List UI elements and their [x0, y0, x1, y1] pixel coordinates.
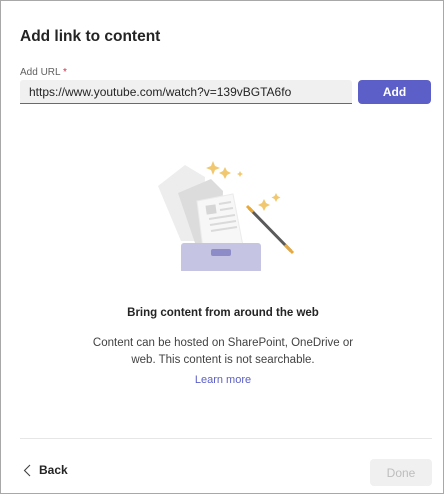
empty-state-description: Content can be hosted on SharePoint, One…	[92, 337, 354, 366]
chevron-left-icon	[23, 464, 31, 476]
url-input[interactable]	[20, 80, 352, 104]
add-button[interactable]: Add	[358, 80, 431, 104]
add-link-dialog: Add link to content Add URL * Add Bring …	[0, 0, 444, 494]
empty-state-heading: Bring content from around the web	[127, 307, 319, 319]
back-button[interactable]: Back	[23, 463, 68, 477]
learn-more-link[interactable]: Learn more	[1, 374, 444, 386]
url-label-text: Add URL	[20, 67, 61, 78]
content-box-magic-wand-illustration-icon	[158, 161, 295, 271]
footer-divider	[20, 438, 432, 439]
back-label: Back	[39, 463, 68, 477]
required-mark: *	[63, 67, 67, 78]
dialog-title: Add link to content	[20, 28, 161, 45]
done-button[interactable]: Done	[370, 459, 432, 486]
url-label: Add URL *	[20, 67, 67, 78]
